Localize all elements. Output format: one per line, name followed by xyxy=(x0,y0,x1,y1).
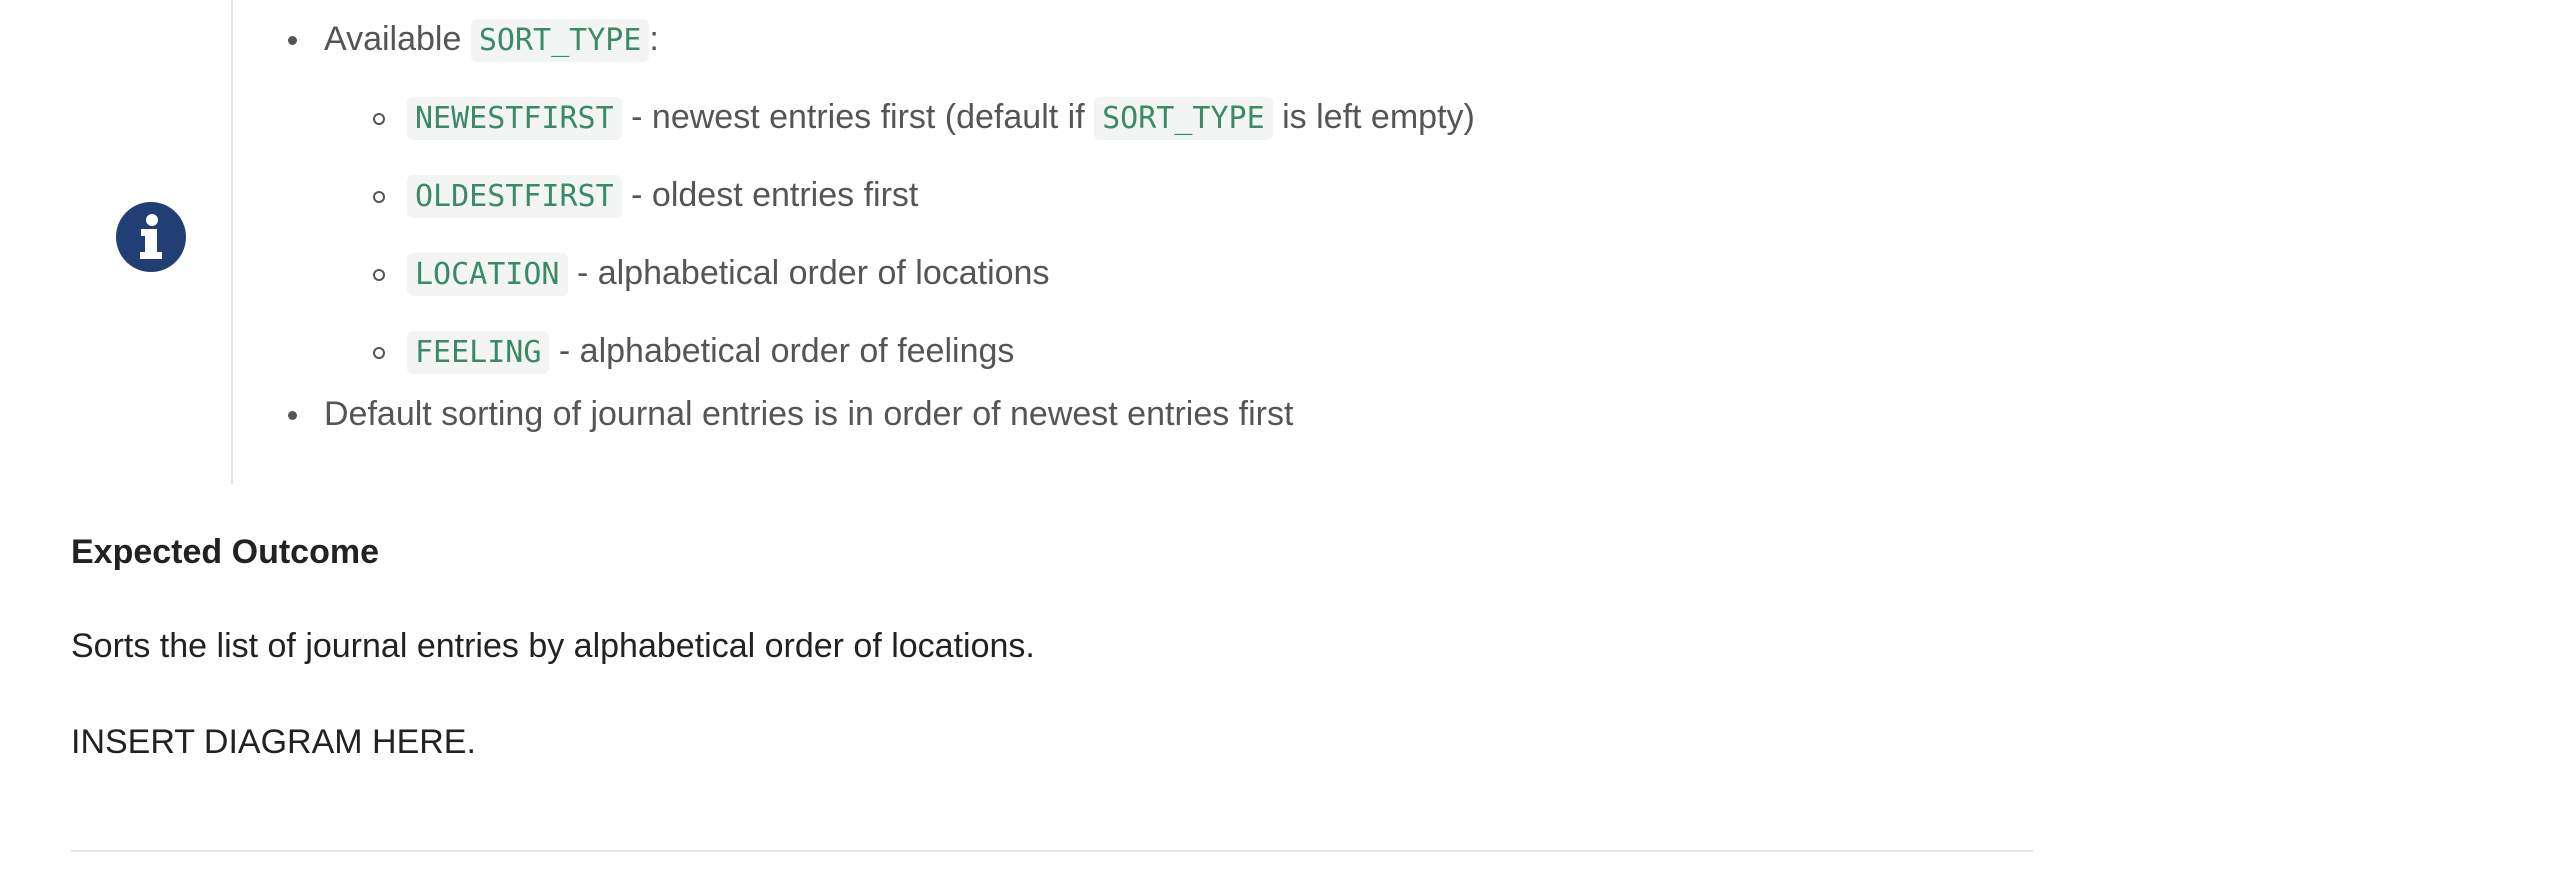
sort-option-location: LOCATION - alphabetical order of locatio… xyxy=(324,253,1582,296)
option-code: LOCATION xyxy=(407,253,568,296)
info-circle-svg xyxy=(116,202,186,272)
sort-info-list: Available SORT_TYPE: NEWESTFIRST - newes… xyxy=(282,19,1582,434)
expected-outcome-heading: Expected Outcome xyxy=(71,533,379,571)
info-icon xyxy=(116,202,186,272)
section-divider xyxy=(71,850,2033,852)
info-callout: Available SORT_TYPE: NEWESTFIRST - newes… xyxy=(0,0,1600,484)
sort-option-feeling: FEELING - alphabetical order of feelings xyxy=(324,331,1582,374)
option-desc: - alphabetical order of locations xyxy=(576,254,1050,292)
option-desc: - oldest entries first xyxy=(631,176,919,214)
inline-code: SORT_TYPE xyxy=(1094,97,1273,140)
option-desc: - newest entries first (default if xyxy=(631,98,1085,136)
option-code: FEELING xyxy=(407,331,550,374)
available-suffix: : xyxy=(649,20,659,58)
sort-option-oldestfirst: OLDESTFIRST - oldest entries first xyxy=(324,175,1582,218)
available-sort-types-item: Available SORT_TYPE: NEWESTFIRST - newes… xyxy=(282,19,1582,374)
sort-type-code: SORT_TYPE xyxy=(470,19,650,62)
diagram-placeholder: INSERT DIAGRAM HERE. xyxy=(71,723,476,761)
option-code: NEWESTFIRST xyxy=(407,97,622,140)
sort-option-newestfirst: NEWESTFIRST - newest entries first (defa… xyxy=(324,97,1582,140)
sort-options-list: NEWESTFIRST - newest entries first (defa… xyxy=(324,97,1582,374)
option-desc: - alphabetical order of feelings xyxy=(558,332,1015,370)
option-code: OLDESTFIRST xyxy=(407,175,622,218)
option-desc-tail: is left empty) xyxy=(1282,98,1475,136)
available-prefix: Available xyxy=(324,20,462,58)
expected-outcome-description: Sorts the list of journal entries by alp… xyxy=(71,627,1035,665)
callout-body: Available SORT_TYPE: NEWESTFIRST - newes… xyxy=(282,0,1582,434)
default-sorting-note: Default sorting of journal entries is in… xyxy=(282,394,1582,434)
callout-left-border xyxy=(231,0,233,484)
